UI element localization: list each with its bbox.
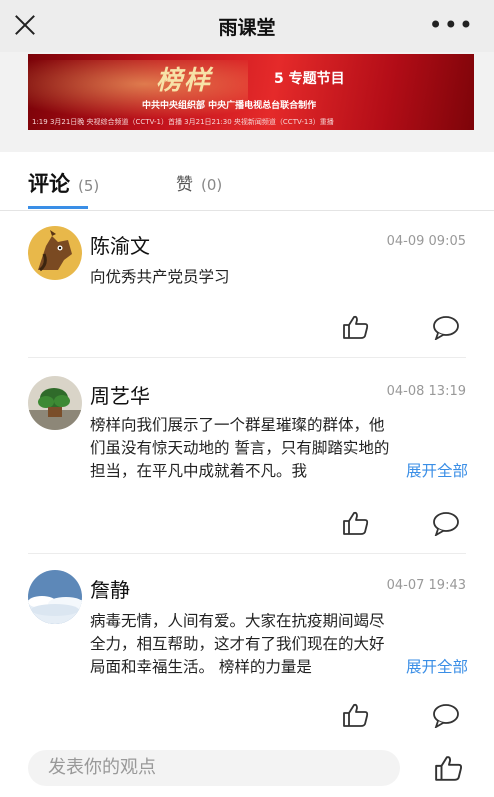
plant-avatar-icon bbox=[28, 376, 82, 430]
banner-title: 榜样 bbox=[156, 66, 213, 96]
user-name[interactable]: 陈渝文 bbox=[90, 230, 150, 259]
user-name[interactable]: 周艺华 bbox=[90, 380, 150, 409]
banner-subtitle: 5 专题节目 bbox=[274, 71, 345, 87]
comment-item: 陈渝文 04-09 09:05 向优秀共产党员学习 bbox=[0, 210, 494, 358]
comment-text: 病毒无情，人间有爱。大家在抗疫期间竭尽 全力，相互帮助，这才有了我们现在的大好 … bbox=[90, 610, 468, 679]
comment-line: 榜样向我们展示了一个群星璀璨的群体，他 bbox=[90, 416, 385, 434]
thumbs-up-icon[interactable] bbox=[342, 510, 370, 536]
comment-bubble-icon[interactable] bbox=[432, 314, 460, 340]
comment-bubble-icon[interactable] bbox=[432, 510, 460, 536]
thumbs-up-icon[interactable] bbox=[342, 314, 370, 340]
thumbs-up-icon[interactable] bbox=[342, 702, 370, 728]
banner-light-streak bbox=[28, 60, 248, 120]
comment-line: 病毒无情，人间有爱。大家在抗疫期间竭尽 bbox=[90, 612, 385, 630]
more-options-icon[interactable]: ••• bbox=[429, 13, 474, 37]
comment-text: 向优秀共产党员学习 bbox=[90, 266, 468, 289]
comment-input-bar: 发表你的观点 bbox=[0, 742, 494, 797]
banner-area: 榜样 5 专题节目 中共中央组织部 中央广播电视总台联合制作 1:19 3月21… bbox=[0, 52, 494, 150]
tab-comments-count: (5) bbox=[78, 177, 100, 195]
comment-line-text: 担当，在平凡中成就着不凡。我 bbox=[90, 462, 308, 480]
banner-image[interactable]: 榜样 5 专题节目 中共中央组织部 中央广播电视总台联合制作 1:19 3月21… bbox=[28, 54, 474, 130]
comment-item: 周艺华 04-08 13:19 榜样向我们展示了一个群星璀璨的群体，他 们虽没有… bbox=[0, 358, 494, 554]
comment-line: 向优秀共产党员学习 bbox=[90, 268, 230, 286]
comment-time: 04-08 13:19 bbox=[386, 384, 466, 399]
comment-bubble-icon[interactable] bbox=[432, 702, 460, 728]
expand-all-link[interactable]: 展开全部 bbox=[406, 460, 468, 483]
comment-line: 局面和幸福生活。 榜样的力量是 展开全部 bbox=[90, 656, 468, 679]
avatar[interactable] bbox=[28, 376, 82, 430]
comment-item: 詹静 04-07 19:43 病毒无情，人间有爱。大家在抗疫期间竭尽 全力，相互… bbox=[0, 554, 494, 742]
comment-line: 们虽没有惊天动地的 誓言，只有脚踏实地的 bbox=[90, 439, 390, 457]
expand-all-link[interactable]: 展开全部 bbox=[406, 656, 468, 679]
comment-line-text: 局面和幸福生活。 榜样的力量是 bbox=[90, 658, 312, 676]
comment-line: 全力，相互帮助，这才有了我们现在的大好 bbox=[90, 635, 385, 653]
page-title: 雨课堂 bbox=[218, 16, 276, 39]
comment-time: 04-07 19:43 bbox=[386, 578, 466, 593]
tab-comments[interactable]: 评论 (5) bbox=[28, 168, 99, 198]
close-icon[interactable] bbox=[14, 14, 36, 36]
comment-line: 担当，在平凡中成就着不凡。我 展开全部 bbox=[90, 460, 468, 483]
tab-comments-label: 评论 bbox=[28, 172, 70, 196]
comment-input[interactable]: 发表你的观点 bbox=[28, 750, 400, 786]
comment-time: 04-09 09:05 bbox=[386, 234, 466, 249]
tab-likes[interactable]: 赞 (0) bbox=[176, 170, 222, 195]
horse-avatar-icon bbox=[28, 226, 82, 280]
active-tab-indicator bbox=[28, 206, 88, 209]
tab-likes-label: 赞 bbox=[176, 175, 193, 195]
avatar[interactable] bbox=[28, 226, 82, 280]
comment-text: 榜样向我们展示了一个群星璀璨的群体，他 们虽没有惊天动地的 誓言，只有脚踏实地的… bbox=[90, 414, 468, 483]
tab-bar: 评论 (5) 赞 (0) bbox=[0, 152, 494, 211]
banner-producer-line: 中共中央组织部 中央广播电视总台联合制作 bbox=[142, 101, 317, 111]
banner-schedule: 1:19 3月21日晚 央视综合频道（CCTV-1）首播 3月21日21:30 … bbox=[32, 118, 334, 126]
avatar[interactable] bbox=[28, 570, 82, 624]
thumbs-up-icon[interactable] bbox=[434, 754, 464, 782]
comments-panel: 评论 (5) 赞 (0) 陈渝文 04-09 09:05 向优秀共产党员学习 周… bbox=[0, 152, 494, 797]
top-bar: 雨课堂 ••• bbox=[0, 0, 494, 52]
tab-likes-count: (0) bbox=[201, 176, 223, 194]
user-name[interactable]: 詹静 bbox=[90, 574, 130, 603]
clouds-avatar-icon bbox=[28, 570, 82, 624]
